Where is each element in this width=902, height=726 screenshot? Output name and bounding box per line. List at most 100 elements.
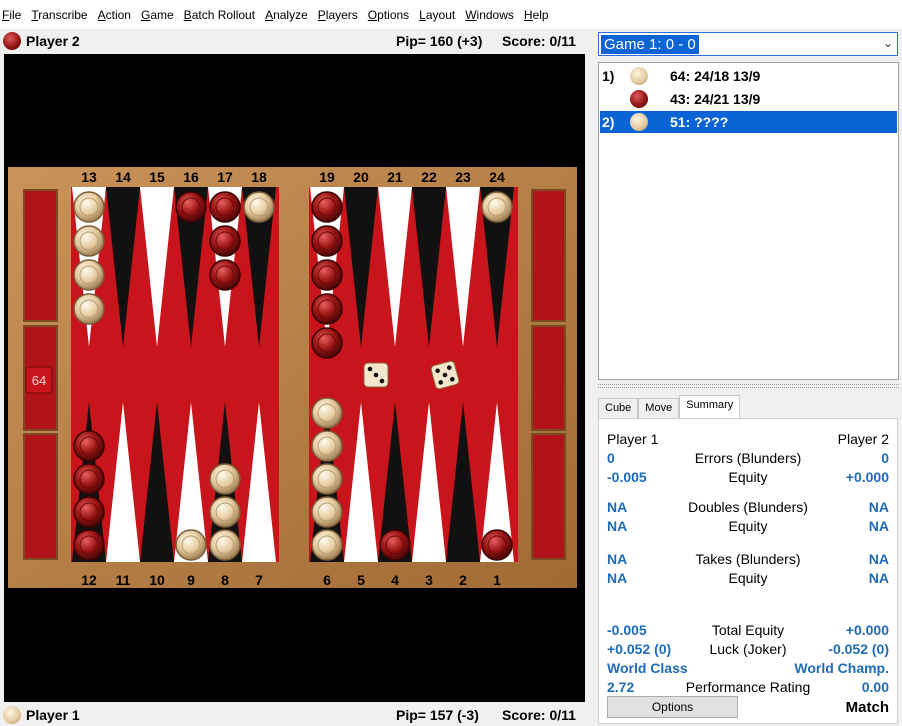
tab-move[interactable]: Move bbox=[638, 398, 680, 418]
player1-checker-icon bbox=[630, 67, 648, 85]
tan-checker[interactable] bbox=[209, 463, 241, 495]
summary-p1-value: NA bbox=[607, 499, 628, 515]
red-checker[interactable] bbox=[311, 293, 343, 325]
tan-checker[interactable] bbox=[73, 293, 105, 325]
point-label: 6 bbox=[323, 572, 331, 588]
summary-p1-value: NA bbox=[607, 518, 628, 534]
menu-options[interactable]: Options bbox=[368, 8, 417, 22]
point-label: 4 bbox=[391, 572, 399, 588]
red-checker[interactable] bbox=[209, 191, 241, 223]
menu-bar: File Transcribe Action Game Batch Rollou… bbox=[0, 0, 902, 30]
red-checker[interactable] bbox=[73, 430, 105, 462]
move-list[interactable]: 1) 64: 24/18 13/9 43: 24/21 13/9 2) 51: … bbox=[598, 62, 899, 380]
summary-p2-value: 0.00 bbox=[861, 679, 889, 695]
tan-checker[interactable] bbox=[73, 191, 105, 223]
die-pip bbox=[373, 372, 379, 378]
point-label: 5 bbox=[357, 572, 365, 588]
point-label: 12 bbox=[81, 572, 97, 588]
move-text: 43: 24/21 13/9 bbox=[670, 91, 761, 107]
point-label: 23 bbox=[455, 169, 471, 185]
menu-players[interactable]: Players bbox=[318, 8, 366, 22]
game-selector-value: Game 1: 0 - 0 bbox=[601, 34, 699, 54]
summary-p2-value: NA bbox=[868, 499, 889, 515]
summary-p2-value: NA bbox=[868, 518, 889, 534]
move-text: 51: ???? bbox=[670, 114, 729, 130]
point-label: 8 bbox=[221, 572, 229, 588]
move-row-selected[interactable]: 2) 51: ???? bbox=[600, 111, 897, 133]
tab-cube[interactable]: Cube bbox=[598, 398, 639, 418]
menu-transcribe[interactable]: Transcribe bbox=[31, 8, 95, 22]
summary-p2-class: World Champ. bbox=[794, 660, 889, 676]
red-checker[interactable] bbox=[73, 496, 105, 528]
tan-checker[interactable] bbox=[311, 529, 343, 561]
move-row[interactable]: 1) 64: 24/18 13/9 bbox=[600, 65, 897, 87]
summary-p1-value: NA bbox=[607, 570, 628, 586]
summary-row-class: World Class World Champ. bbox=[607, 660, 889, 679]
menu-action[interactable]: Action bbox=[98, 8, 139, 22]
die-pip bbox=[367, 366, 373, 372]
game-selector[interactable]: Game 1: 0 - 0 ⌄ bbox=[598, 32, 898, 56]
summary-p2-value: NA bbox=[868, 551, 889, 567]
point-label: 17 bbox=[217, 169, 233, 185]
panel-splitter[interactable] bbox=[598, 384, 899, 388]
analysis-tabs: Cube Move Summary bbox=[598, 395, 741, 418]
menu-batch-rollout[interactable]: Batch Rollout bbox=[184, 8, 263, 22]
tan-checker[interactable] bbox=[311, 496, 343, 528]
tan-checker[interactable] bbox=[311, 463, 343, 495]
menu-game[interactable]: Game bbox=[141, 8, 182, 22]
summary-header-row: Player 1 Player 2 bbox=[607, 431, 889, 450]
point-label: 15 bbox=[149, 169, 165, 185]
move-row[interactable]: 43: 24/21 13/9 bbox=[600, 88, 897, 110]
options-button[interactable]: Options bbox=[607, 696, 738, 718]
die-pip bbox=[379, 378, 385, 384]
bottom-player-bar: Player 1 Pip= 157 (-3) Score: 0/11 bbox=[0, 704, 590, 726]
menu-analyze[interactable]: Analyze bbox=[265, 8, 316, 22]
chevron-down-icon[interactable]: ⌄ bbox=[883, 36, 893, 50]
red-checker[interactable] bbox=[175, 191, 207, 223]
red-checker[interactable] bbox=[311, 327, 343, 359]
backgammon-board[interactable]: 13 12 14 11 15 10 16 9 17 8 18 7 19 6 20 5 21 4 22 3 23 2 24 1 6… bbox=[4, 54, 585, 702]
red-checker[interactable] bbox=[379, 529, 411, 561]
red-checker[interactable] bbox=[73, 529, 105, 561]
summary-p2-value: +0.000 bbox=[845, 469, 889, 485]
summary-row-doubles: Doubles (Blunders) NA NA bbox=[607, 499, 889, 518]
match-label: Match bbox=[845, 699, 889, 716]
menu-layout[interactable]: Layout bbox=[419, 8, 463, 22]
top-player-bar: Player 2 Pip= 160 (+3) Score: 0/11 bbox=[0, 30, 590, 52]
tan-checker[interactable] bbox=[311, 397, 343, 429]
red-checker[interactable] bbox=[481, 529, 513, 561]
summary-label: Equity bbox=[728, 570, 768, 586]
red-checker[interactable] bbox=[311, 259, 343, 291]
tan-checker[interactable] bbox=[481, 191, 513, 223]
summary-label: Doubles (Blunders) bbox=[688, 499, 808, 515]
move-text: 64: 24/18 13/9 bbox=[670, 68, 761, 84]
player2-checker-icon bbox=[3, 32, 21, 50]
menu-windows[interactable]: Windows bbox=[465, 8, 522, 22]
menu-help[interactable]: Help bbox=[524, 8, 557, 22]
tan-checker[interactable] bbox=[73, 259, 105, 291]
tan-checker[interactable] bbox=[209, 496, 241, 528]
summary-player1-label: Player 1 bbox=[607, 431, 659, 447]
tab-summary[interactable]: Summary bbox=[679, 395, 741, 418]
red-checker[interactable] bbox=[311, 191, 343, 223]
menu-file[interactable]: File bbox=[2, 8, 29, 22]
tan-checker[interactable] bbox=[175, 529, 207, 561]
tan-checker[interactable] bbox=[209, 529, 241, 561]
die-1[interactable] bbox=[363, 362, 389, 388]
summary-p1-value: 2.72 bbox=[607, 679, 635, 695]
red-checker[interactable] bbox=[209, 259, 241, 291]
tan-checker[interactable] bbox=[73, 225, 105, 257]
player1-checker-icon bbox=[630, 113, 648, 131]
tan-checker[interactable] bbox=[311, 430, 343, 462]
summary-p2-value: -0.052 (0) bbox=[828, 641, 889, 657]
point-label: 22 bbox=[421, 169, 437, 185]
summary-label: Performance Rating bbox=[685, 679, 811, 695]
red-checker[interactable] bbox=[209, 225, 241, 257]
point-label: 16 bbox=[183, 169, 199, 185]
tan-checker[interactable] bbox=[243, 191, 275, 223]
red-checker[interactable] bbox=[311, 225, 343, 257]
red-checker[interactable] bbox=[73, 463, 105, 495]
board-area[interactable]: 13 12 14 11 15 10 16 9 17 8 18 7 19 6 20 5 21 4 22 3 23 2 24 1 6… bbox=[4, 54, 585, 702]
summary-player2-label: Player 2 bbox=[837, 431, 889, 447]
doubling-cube-value: 64 bbox=[32, 373, 46, 388]
